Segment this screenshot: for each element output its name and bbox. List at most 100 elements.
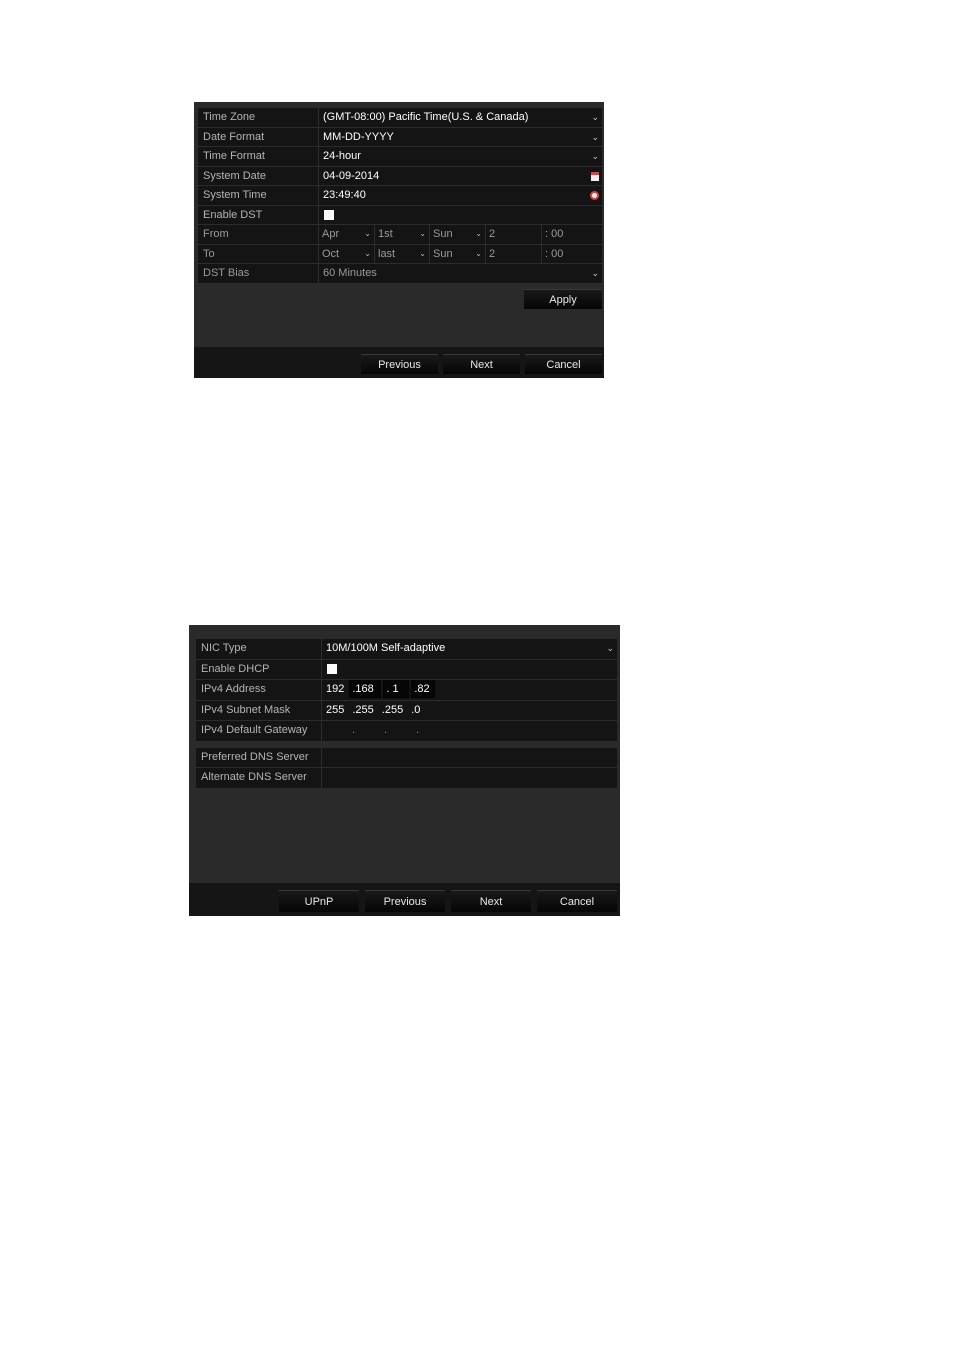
ipv4-address-label: IPv4 Address xyxy=(196,680,322,700)
previous-button[interactable]: Previous xyxy=(365,890,445,912)
dst-to-minute-input[interactable]: : 00 xyxy=(542,245,600,264)
subnet-mask-input[interactable]: 255.255.255.0 xyxy=(322,701,617,721)
calendar-icon[interactable] xyxy=(591,171,599,181)
alternate-dns-row: Alternate DNS Server xyxy=(196,768,617,789)
enable-dhcp-label: Enable DHCP xyxy=(196,659,322,679)
chevron-down-icon: ⌄ xyxy=(591,131,599,142)
system-time-input[interactable]: 23:49:40 xyxy=(319,186,602,205)
subnet-mask-label: IPv4 Subnet Mask xyxy=(196,700,322,720)
alternate-dns-input[interactable] xyxy=(322,768,617,788)
enable-dst-checkbox[interactable] xyxy=(324,209,334,220)
dst-to-month-select[interactable]: Oct ⌄ xyxy=(319,244,375,263)
ipv4-address-row: IPv4 Address 192.168. 1.82 xyxy=(196,680,617,701)
system-date-value: 04-09-2014 xyxy=(323,169,380,182)
dst-bias-row: DST Bias 60 Minutes ⌄ xyxy=(198,264,602,284)
dst-to-month-value: Oct xyxy=(322,247,340,260)
datetime-footer: Previous Next Cancel xyxy=(194,347,604,378)
dst-to-week-select[interactable]: last ⌄ xyxy=(375,244,430,263)
ipv4-octet-2[interactable]: .168 xyxy=(349,680,382,698)
subnet-mask-row: IPv4 Subnet Mask 255.255.255.0 xyxy=(196,700,617,721)
system-time-row: System Time 23:49:40 xyxy=(198,186,602,206)
dst-from-month-select[interactable]: Apr ⌄ xyxy=(319,225,375,244)
next-button[interactable]: Next xyxy=(451,890,531,912)
clock-icon[interactable] xyxy=(590,191,599,200)
upnp-button[interactable]: UPnP xyxy=(279,890,359,912)
dst-bias-value: 60 Minutes xyxy=(323,267,377,279)
dst-from-label: From xyxy=(198,225,319,244)
dst-to-hour-value: 2 xyxy=(489,247,496,260)
dst-from-minute-value: : 00 xyxy=(545,228,564,240)
dst-to-row: To Oct ⌄ last ⌄ Sun ⌄ 2 : 00 xyxy=(198,244,602,264)
gateway-octet-3[interactable]: . xyxy=(381,721,411,739)
ipv4-octet-3[interactable]: . 1 xyxy=(383,680,410,698)
alternate-dns-label: Alternate DNS Server xyxy=(196,768,322,788)
chevron-down-icon: ⌄ xyxy=(591,151,599,161)
ipv4-address-input[interactable]: 192.168. 1.82 xyxy=(322,680,617,700)
nic-type-value: 10M/100M Self-adaptive xyxy=(326,642,446,654)
subnet-octet-4[interactable]: .0 xyxy=(408,701,423,719)
enable-dhcp-row: Enable DHCP xyxy=(196,659,617,680)
chevron-down-icon: ⌄ xyxy=(364,248,371,258)
system-time-label: System Time xyxy=(198,186,319,205)
preferred-dns-row: Preferred DNS Server xyxy=(196,747,617,768)
system-date-input[interactable]: 04-09-2014 xyxy=(319,167,602,186)
chevron-down-icon: ⌄ xyxy=(419,248,426,258)
ipv4-octet-1[interactable]: 192 xyxy=(323,680,347,698)
subnet-octet-2[interactable]: .255 xyxy=(349,701,376,719)
dst-from-day-value: Sun xyxy=(433,228,453,240)
enable-dhcp-checkbox[interactable] xyxy=(327,663,337,674)
date-format-select[interactable]: MM-DD-YYYY ⌄ xyxy=(319,128,602,147)
dst-bias-select[interactable]: 60 Minutes ⌄ xyxy=(319,264,602,283)
enable-dst-row: Enable DST xyxy=(198,205,602,225)
dst-from-minute-input[interactable]: : 00 xyxy=(542,225,600,244)
chevron-down-icon: ⌄ xyxy=(475,229,482,238)
time-format-select[interactable]: 24-hour ⌄ xyxy=(319,147,602,166)
gateway-octet-4[interactable]: . xyxy=(413,721,422,739)
cancel-button[interactable]: Cancel xyxy=(537,890,617,912)
preferred-dns-label: Preferred DNS Server xyxy=(196,747,322,767)
time-zone-label: Time Zone xyxy=(198,108,319,127)
chevron-down-icon: ⌄ xyxy=(606,643,614,653)
preferred-dns-input[interactable] xyxy=(322,748,617,768)
date-format-value: MM-DD-YYYY xyxy=(323,130,394,143)
apply-button[interactable]: Apply xyxy=(524,289,602,309)
time-format-value: 24-hour xyxy=(323,150,361,162)
gateway-octet-2[interactable]: . xyxy=(349,721,379,739)
network-footer: UPnP Previous Next Cancel xyxy=(189,883,620,916)
dst-bias-label: DST Bias xyxy=(198,264,319,283)
time-zone-row: Time Zone (GMT-08:00) Pacific Time(U.S. … xyxy=(198,108,602,128)
dst-to-hour-input[interactable]: 2 xyxy=(486,244,542,263)
subnet-octet-1[interactable]: 255 xyxy=(323,701,347,719)
system-time-value: 23:49:40 xyxy=(323,189,366,201)
nic-type-label: NIC Type xyxy=(196,639,322,659)
datetime-settings-panel: Time Zone (GMT-08:00) Pacific Time(U.S. … xyxy=(194,102,604,378)
next-button[interactable]: Next xyxy=(443,354,520,374)
default-gateway-row: IPv4 Default Gateway ... xyxy=(196,721,617,742)
dst-from-hour-value: 2 xyxy=(489,228,496,240)
dst-to-week-value: last xyxy=(378,247,396,260)
chevron-down-icon: ⌄ xyxy=(364,229,371,238)
dst-to-minute-value: : 00 xyxy=(545,247,564,260)
date-format-row: Date Format MM-DD-YYYY ⌄ xyxy=(198,127,602,147)
dst-to-day-value: Sun xyxy=(433,247,453,260)
date-format-label: Date Format xyxy=(198,127,319,146)
ipv4-octet-4[interactable]: .82 xyxy=(411,680,436,698)
dst-from-row: From Apr ⌄ 1st ⌄ Sun ⌄ 2 : 00 xyxy=(198,225,602,245)
dst-from-week-select[interactable]: 1st ⌄ xyxy=(375,225,430,244)
chevron-down-icon: ⌄ xyxy=(419,229,426,238)
time-zone-value: (GMT-08:00) Pacific Time(U.S. & Canada) xyxy=(323,111,529,123)
cancel-button[interactable]: Cancel xyxy=(525,354,602,374)
previous-button[interactable]: Previous xyxy=(361,354,438,374)
nic-type-select[interactable]: 10M/100M Self-adaptive ⌄ xyxy=(322,639,617,659)
network-settings-panel: NIC Type 10M/100M Self-adaptive ⌄ Enable… xyxy=(189,625,620,916)
time-zone-select[interactable]: (GMT-08:00) Pacific Time(U.S. & Canada) … xyxy=(319,108,602,127)
dst-from-hour-input[interactable]: 2 xyxy=(486,225,542,244)
dst-to-day-select[interactable]: Sun ⌄ xyxy=(430,244,486,263)
dst-from-day-select[interactable]: Sun ⌄ xyxy=(430,225,486,244)
subnet-octet-3[interactable]: .255 xyxy=(379,701,406,719)
system-date-label: System Date xyxy=(198,166,319,185)
default-gateway-input[interactable]: ... xyxy=(322,721,617,741)
dst-from-week-value: 1st xyxy=(378,228,393,240)
system-date-row: System Date 04-09-2014 xyxy=(198,166,602,186)
chevron-down-icon: ⌄ xyxy=(591,268,599,278)
